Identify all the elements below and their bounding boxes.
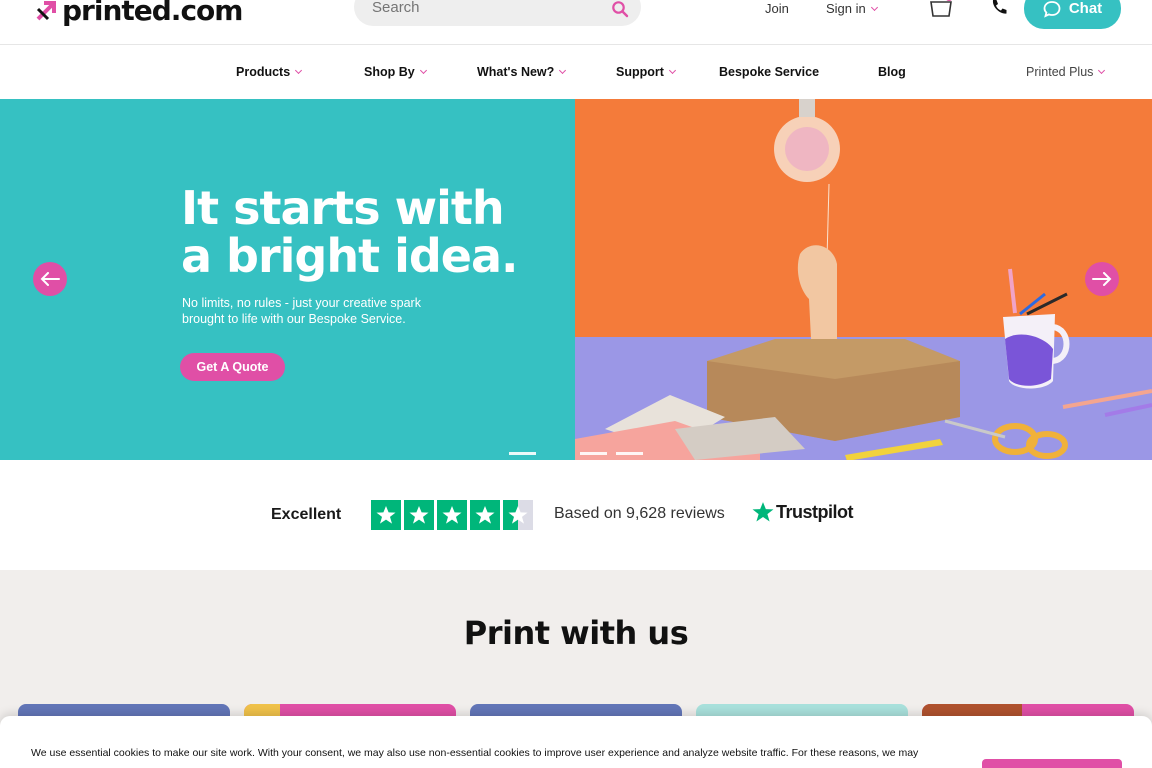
hero-title-line-2: a bright idea. xyxy=(181,229,519,283)
chevron-down-icon xyxy=(559,66,567,75)
nav-shop-by[interactable]: Shop By xyxy=(364,65,427,79)
nav-bespoke-service[interactable]: Bespoke Service xyxy=(719,65,819,79)
star-icon xyxy=(437,500,467,530)
section-title: Print with us xyxy=(463,614,689,652)
sign-in-label: Sign in xyxy=(826,1,866,16)
cookie-text: We use essential cookies to make our sit… xyxy=(31,747,919,759)
nav-products[interactable]: Products xyxy=(236,65,303,79)
trustpilot-bar[interactable]: Excellent Based on 9,628 reviews Trustpi… xyxy=(0,460,1152,570)
half-star-icon xyxy=(503,500,533,530)
chat-label: Chat xyxy=(1068,0,1103,17)
nav-shop-by-label: Shop By xyxy=(364,65,415,79)
arrow-left-icon xyxy=(40,272,60,286)
printed-logo[interactable]: printed.com xyxy=(34,0,243,30)
rating-word: Excellent xyxy=(271,506,342,523)
star-icon xyxy=(404,500,434,530)
phone-icon[interactable] xyxy=(990,0,1008,16)
nav-printed-plus[interactable]: Printed Plus xyxy=(1026,65,1106,79)
carousel-dot-2[interactable] xyxy=(580,452,607,455)
hero-title-line-1: It starts with xyxy=(181,181,505,235)
logo-text: printed.com xyxy=(62,0,243,27)
nav-support[interactable]: Support xyxy=(616,65,676,79)
chat-button[interactable]: Chat xyxy=(1024,0,1121,29)
arrow-right-icon xyxy=(1092,272,1112,286)
hero-text-panel: It starts with a bright idea. No limits,… xyxy=(0,99,575,460)
trustpilot-star-icon xyxy=(752,502,774,522)
search-input[interactable] xyxy=(372,0,602,16)
hero-subtitle-line-2: brought to life with our Bespoke Service… xyxy=(182,312,406,326)
carousel-dot-1[interactable] xyxy=(509,452,536,455)
chevron-down-icon xyxy=(295,66,303,75)
main-nav: Products Shop By What's New? Support Bes… xyxy=(0,46,1152,99)
star-icon xyxy=(371,500,401,530)
carousel-next-button[interactable] xyxy=(1085,262,1119,296)
trustpilot-logo[interactable]: Trustpilot xyxy=(752,501,854,523)
hero-title: It starts with a bright idea. xyxy=(181,184,541,280)
nav-whats-new[interactable]: What's New? xyxy=(477,65,567,79)
search-icon[interactable] xyxy=(611,0,629,18)
chevron-down-icon xyxy=(419,66,427,75)
nav-printed-plus-label: Printed Plus xyxy=(1026,65,1094,79)
review-count: Based on 9,628 reviews xyxy=(554,505,725,522)
cookie-accept-button[interactable] xyxy=(982,759,1122,768)
basket-icon[interactable] xyxy=(929,0,953,18)
logo-arrow-icon xyxy=(36,1,56,21)
join-link[interactable]: Join xyxy=(765,1,789,16)
hero-subtitle: No limits, no rules - just your creative… xyxy=(182,295,442,327)
hero-subtitle-line-1: No limits, no rules - just your creative… xyxy=(182,296,421,310)
nav-whats-new-label: What's New? xyxy=(477,65,555,79)
top-header: printed.com Join Sign in Chat xyxy=(0,0,1152,45)
cookie-banner: We use essential cookies to make our sit… xyxy=(0,716,1152,768)
chevron-down-icon xyxy=(668,66,676,75)
nav-products-label: Products xyxy=(236,65,291,79)
sign-in-link[interactable]: Sign in xyxy=(826,1,878,16)
star-icon xyxy=(470,500,500,530)
trustpilot-brand: Trustpilot xyxy=(776,501,854,522)
hero-carousel: It starts with a bright idea. No limits,… xyxy=(0,99,1152,460)
search-bar[interactable] xyxy=(354,0,641,26)
nav-support-label: Support xyxy=(616,65,664,79)
nav-blog[interactable]: Blog xyxy=(878,65,906,79)
star-rating xyxy=(371,500,533,530)
hero-image xyxy=(575,99,1152,460)
carousel-dot-3[interactable] xyxy=(616,452,643,455)
carousel-prev-button[interactable] xyxy=(33,262,67,296)
chevron-down-icon xyxy=(870,3,878,12)
chat-bubble-icon xyxy=(1043,0,1061,18)
chevron-down-icon xyxy=(1098,66,1106,75)
get-a-quote-button[interactable]: Get A Quote xyxy=(180,353,285,381)
